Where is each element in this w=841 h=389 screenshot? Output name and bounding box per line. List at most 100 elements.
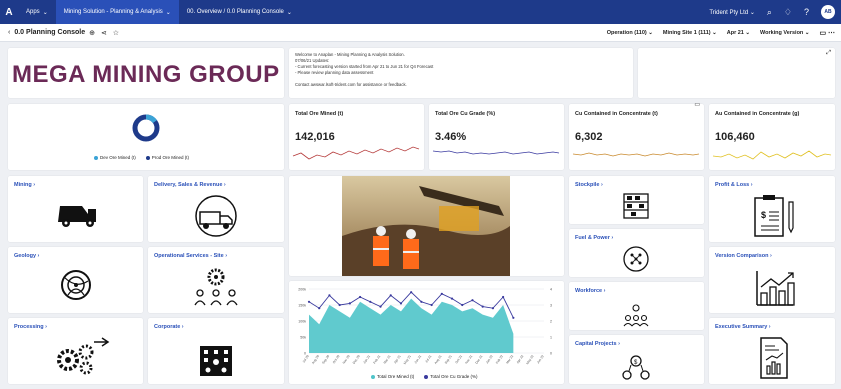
y-left-tick: 200k [298, 288, 306, 292]
comment-icon[interactable]: ▭ ⋯ [819, 29, 835, 37]
tile-executive-summary[interactable]: Executive Summary › [709, 318, 835, 384]
x-tick: Jan 21 [362, 354, 371, 364]
brand-card: MEGA MINING GROUP [8, 48, 284, 98]
y-right-tick: 2 [550, 320, 552, 324]
x-tick: Jun 22 [536, 354, 545, 364]
bell-icon[interactable]: ♢ [784, 7, 792, 18]
anaplan-logo-icon[interactable]: A [0, 0, 18, 24]
breadcrumb-app[interactable]: Mining Solution - Planning & Analysis ⌄ [55, 0, 179, 24]
filter-label: Working Version [760, 29, 804, 36]
page-actions-icon[interactable]: ⊕ ⋖ ☆ [89, 29, 121, 37]
x-tick: Feb 22 [495, 354, 504, 365]
ore-trend-chart: 200k 4150k 3100k 250k 10 0Jul 20 Aug 20 Sep 20 O… [298, 288, 552, 366]
mining-site-photo [342, 176, 510, 276]
x-tick: Apr 21 [393, 354, 402, 364]
breadcrumb-apps[interactable]: Apps ⌄ [18, 0, 56, 24]
legend-label: Total Ore Mined (t) [377, 374, 415, 379]
filter-label: Operation (110) [606, 29, 647, 36]
breadcrumb-label: Apps [26, 9, 40, 15]
cu-grade-point [338, 303, 341, 307]
chevron-down-icon: ⌄ [749, 9, 755, 16]
team-gear-icon [194, 268, 238, 306]
x-tick: Aug 21 [434, 354, 443, 365]
kpi-card-grade[interactable]: Total Ore Cu Grade (%) 3.46% [429, 104, 564, 170]
avatar[interactable]: AB [821, 5, 835, 19]
delivery-truck-icon [195, 195, 237, 237]
sparkline-line [432, 150, 560, 155]
cu-grade-point [399, 302, 403, 305]
tile-version-comparison[interactable]: Version Comparison › [709, 247, 835, 313]
tile-workforce[interactable]: Workforce › [569, 282, 704, 330]
tile-geology[interactable]: Geology › [8, 247, 143, 313]
x-tick: Jan 22 [485, 354, 494, 364]
ore-trend-chart-card: 200k 4 150k 3 100k 2 50k 1 0 0 Jul 20 Aug 20 Sep 20 O… [289, 281, 564, 384]
help-icon[interactable]: ? [804, 7, 809, 17]
tile-mining[interactable]: Mining › [8, 176, 143, 242]
x-tick: Apr 22 [516, 354, 525, 364]
tenant-label: Trident Pty Ltd [709, 9, 749, 16]
cu-grade-point [328, 294, 331, 297]
svg-text:$: $ [761, 210, 766, 220]
tile-capital-projects[interactable]: Capital Projects › $ [569, 335, 704, 384]
x-tick: Nov 21 [464, 354, 473, 365]
legend-item: Total Ore Cu Grade (%) [424, 374, 478, 379]
y-right-tick: 1 [550, 336, 552, 340]
x-tick: Nov 20 [342, 354, 351, 365]
y-left-tick: 50k [300, 336, 306, 340]
kpi-card-ore[interactable]: Total Ore Mined (t) 142,016 [289, 104, 424, 170]
x-tick: Jun 21 [413, 354, 422, 364]
sparkline [432, 150, 560, 155]
donut-card: Dev Ore Mined (t) Prod Ore Mined (t) [8, 104, 284, 170]
tile-stockpile[interactable]: Stockpile › [569, 176, 704, 224]
legend-label: Prod Ore Mined (t) [151, 155, 190, 160]
legend-dot [94, 155, 98, 160]
filter-site[interactable]: Mining Site 1 (111) ⌄ [663, 30, 717, 36]
sparkline-line [572, 152, 700, 157]
filter-version[interactable]: Working Version ⌄ [760, 30, 809, 36]
y-right-tick: 3 [550, 304, 552, 308]
x-tick: Jul 21 [424, 354, 432, 363]
chevron-down-icon: ⌄ [165, 9, 171, 16]
top-nav-bar: A Apps ⌄ Mining Solution - Planning & Ana… [0, 0, 841, 24]
filter-operation[interactable]: Operation (110) ⌄ [607, 30, 653, 36]
stockpile-icon [623, 193, 649, 219]
chevron-left-icon[interactable]: ‹ [8, 29, 10, 36]
breadcrumb-label: Mining Solution - Planning & Analysis [63, 9, 163, 15]
kpi-card-cu[interactable]: ▭ Cu Contained in Concentrate (t) 6,302 [569, 102, 704, 170]
tile-corporate[interactable]: Corporate › [148, 318, 284, 384]
cu-grade-point [389, 294, 392, 297]
filter-label: Mining Site 1 (111) [662, 29, 711, 36]
kpi-card-au[interactable]: Au Contained in Concentrate (g) 106,460 [709, 104, 835, 170]
search-icon[interactable]: ⌕ [767, 7, 772, 18]
legend-item: Total Ore Mined (t) [371, 374, 414, 379]
clipboard-icon: $ [754, 195, 794, 237]
cu-grade-point [358, 295, 362, 299]
report-icon [760, 337, 788, 379]
notes-text: Welcome to Anaplan - Mining Planning & A… [295, 52, 433, 88]
tile-processing[interactable]: Processing › [8, 318, 143, 384]
svg-text:$: $ [634, 360, 638, 366]
page-title: 0.0 Planning Console [14, 29, 86, 36]
cu-grade-point [379, 305, 382, 308]
tenant-selector[interactable]: Trident Pty Ltd ⌄ [709, 9, 755, 16]
dump-truck-icon [58, 206, 96, 227]
cu-grade-point [369, 300, 372, 303]
mining-photo-card [289, 176, 564, 276]
x-tick: Aug 20 [311, 354, 320, 365]
page-header: ‹ 0.0 Planning Console ⊕ ⋖ ☆ Operation (… [0, 24, 841, 42]
donut-chart [132, 114, 160, 142]
expand-icon[interactable]: ⤢ [826, 50, 831, 57]
cu-grade-point [318, 307, 321, 310]
corporate-icon [200, 346, 232, 376]
x-tick: Sep 21 [444, 354, 453, 365]
tile-profit-loss[interactable]: Profit & Loss › $ [709, 176, 835, 242]
sparkline-line [292, 146, 420, 160]
cu-grade-point [450, 297, 454, 300]
tile-fuel-power[interactable]: Fuel & Power › [569, 229, 704, 277]
filter-period[interactable]: Apr 21 ⌄ [727, 30, 750, 36]
tile-operational-services[interactable]: Operational Services - Site › [148, 247, 284, 313]
tile-delivery[interactable]: Delivery, Sales & Revenue › [148, 176, 284, 242]
sparkline [572, 152, 700, 157]
x-tick: May 22 [525, 354, 534, 365]
breadcrumb-page[interactable]: 00. Overview / 0.0 Planning Console ⌄ [178, 0, 300, 24]
